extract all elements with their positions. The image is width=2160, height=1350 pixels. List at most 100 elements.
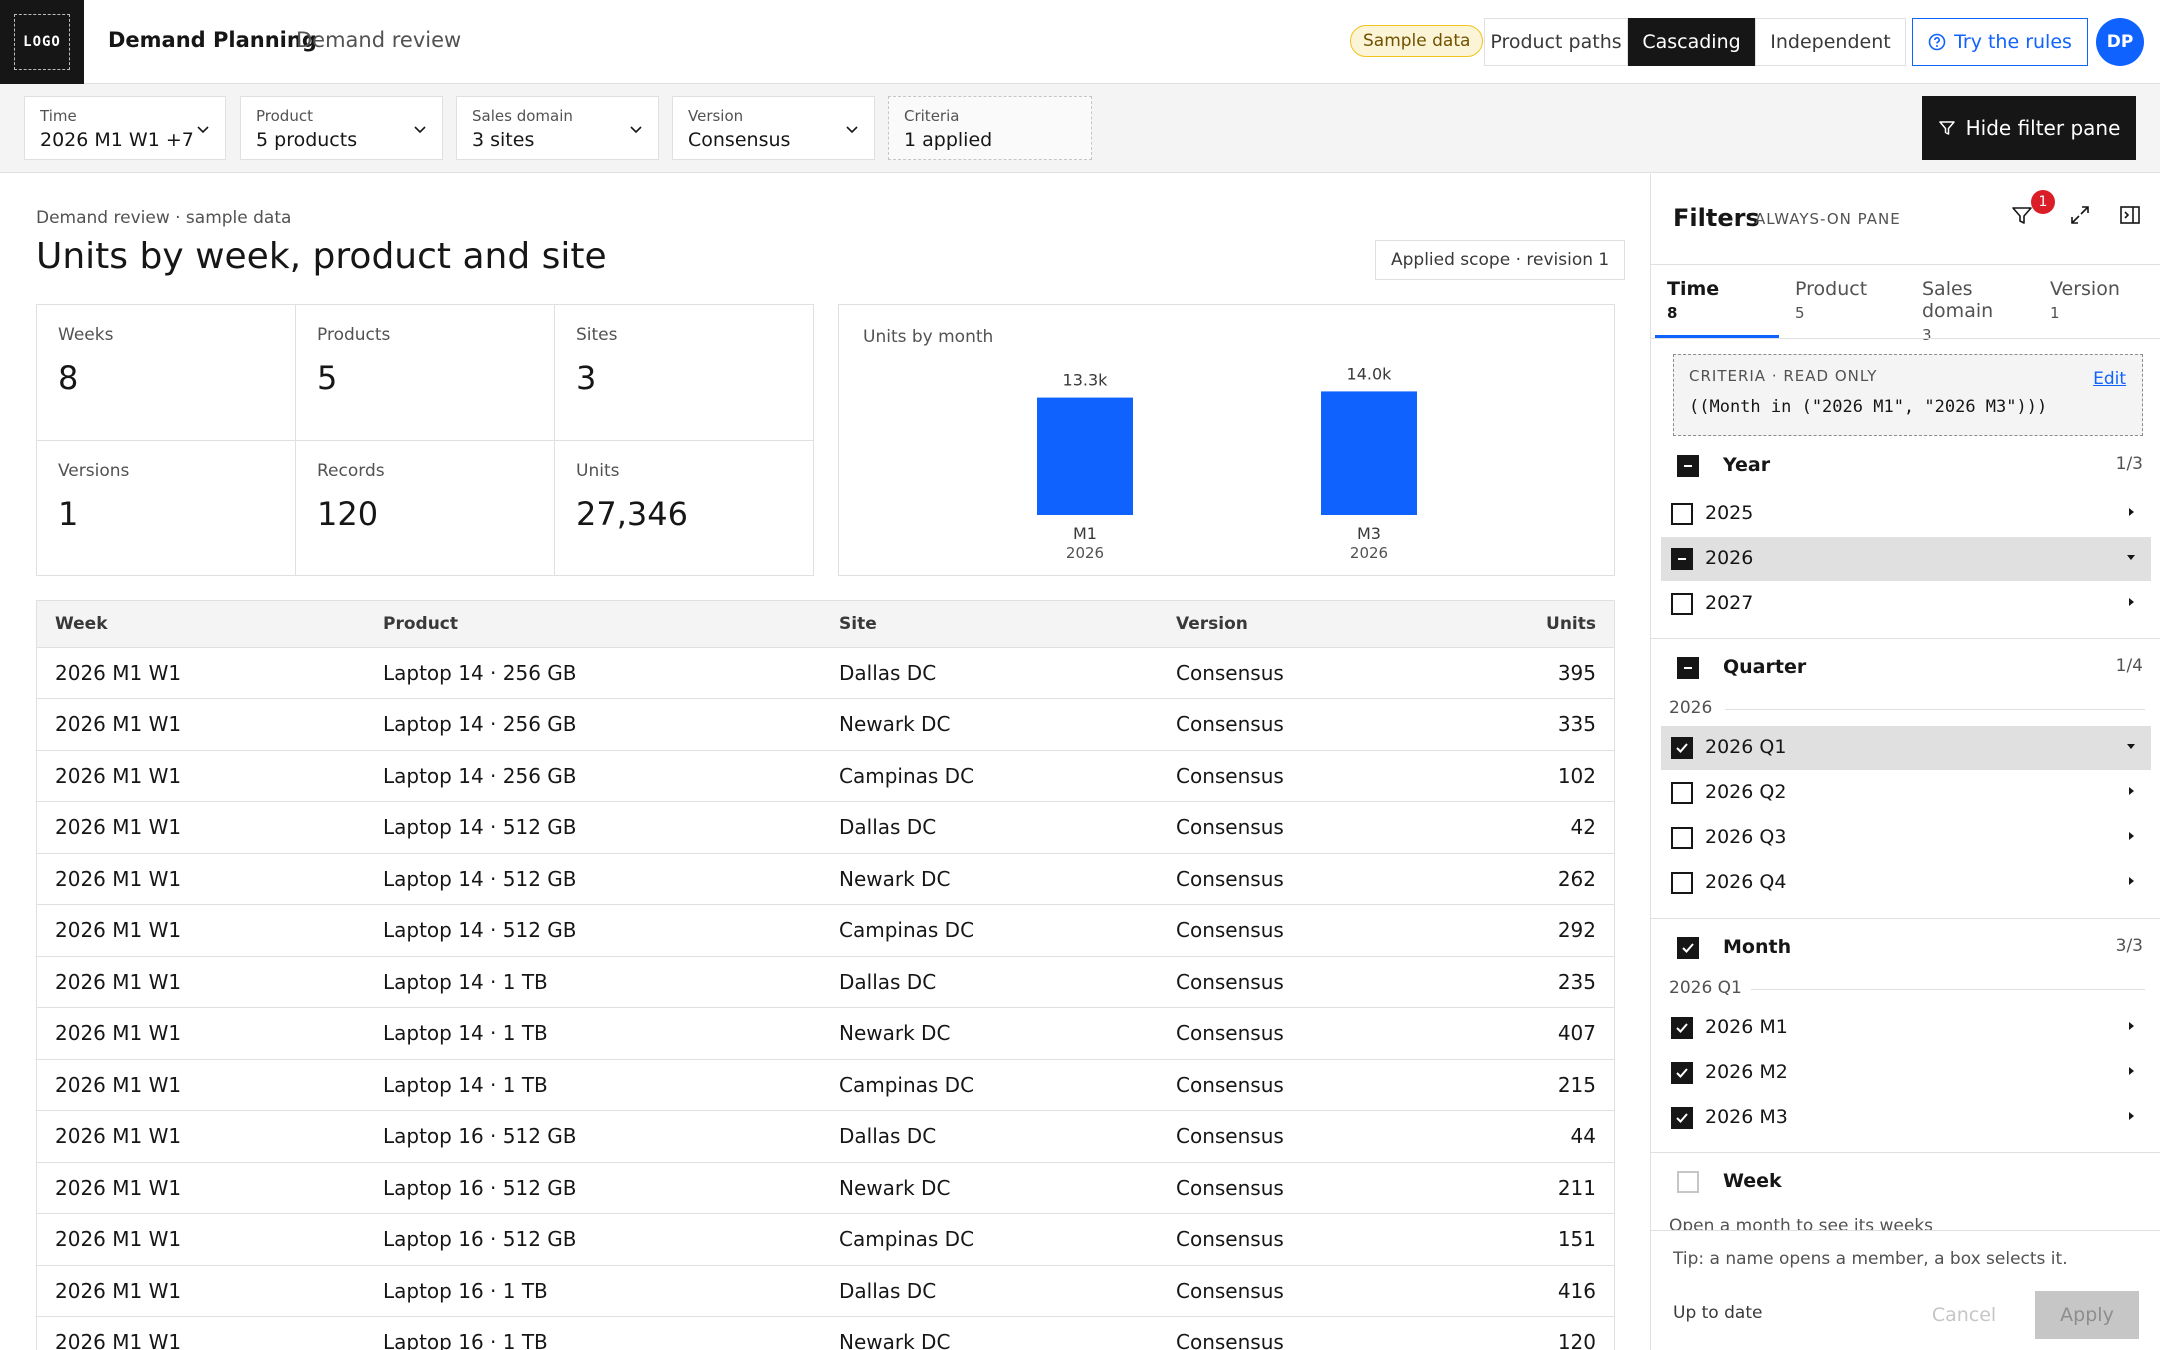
table-row[interactable]: 2026 M1 W1 Laptop 14 · 1 TB Newark DC Conse…: [37, 1007, 1614, 1060]
member-label[interactable]: 2026 Q3: [1705, 826, 1786, 848]
member-row-2026-q2[interactable]: 2026 Q2: [1661, 771, 2151, 815]
member-row-2026-m1[interactable]: 2026 M1: [1661, 1006, 2151, 1050]
member-label[interactable]: 2025: [1705, 502, 1753, 524]
hide-filter-pane-label: Hide filter pane: [1965, 116, 2121, 140]
version-filter-dropdown[interactable]: Version Consensus: [672, 96, 875, 160]
caret-right-icon[interactable]: [2125, 506, 2137, 518]
table-row[interactable]: 2026 M1 W1 Laptop 16 · 512 GB Campinas DC C…: [37, 1213, 1614, 1266]
cell-units: 407: [1458, 1007, 1614, 1060]
cell-product: Laptop 14 · 512 GB: [365, 904, 821, 957]
member-row-2026-m2[interactable]: 2026 M2: [1661, 1051, 2151, 1095]
cell-version: Consensus: [1158, 647, 1458, 699]
criteria-filter[interactable]: Criteria 1 applied: [888, 96, 1092, 160]
main-content: Demand review · sample data Units by wee…: [0, 174, 1650, 1350]
column-header-version[interactable]: Version: [1158, 601, 1458, 648]
caret-down-icon[interactable]: [2125, 551, 2137, 563]
table-row[interactable]: 2026 M1 W1 Laptop 14 · 1 TB Campinas DC Con…: [37, 1059, 1614, 1111]
table-row[interactable]: 2026 M1 W1 Laptop 14 · 256 GB Dallas DC Con…: [37, 647, 1614, 699]
member-label[interactable]: 2026 Q1: [1705, 736, 1786, 758]
section-divider: [1651, 918, 2160, 919]
year-level-checkbox[interactable]: [1677, 455, 1699, 477]
member-label[interactable]: 2026 Q2: [1705, 781, 1786, 803]
member-label[interactable]: 2026 M1: [1705, 1016, 1788, 1038]
caret-right-icon[interactable]: [2125, 785, 2137, 797]
member-checkbox[interactable]: [1671, 1062, 1693, 1084]
pane-footer: Tip: a name opens a member, a box select…: [1651, 1230, 2160, 1350]
expand-pane-button[interactable]: [2063, 198, 2097, 232]
tab-product[interactable]: Product 5: [1783, 278, 1907, 338]
caret-right-icon[interactable]: [2125, 830, 2137, 842]
member-checkbox[interactable]: [1671, 872, 1693, 894]
page-title: Units by week, product and site: [36, 236, 607, 277]
table-row[interactable]: 2026 M1 W1 Laptop 16 · 1 TB Newark DC Conse…: [37, 1316, 1614, 1350]
caret-down-icon[interactable]: [2125, 740, 2137, 752]
logo[interactable]: LOGO: [0, 0, 84, 84]
column-header-week[interactable]: Week: [37, 601, 365, 648]
apply-button[interactable]: Apply: [2035, 1291, 2139, 1339]
month-level-checkbox[interactable]: [1677, 937, 1699, 959]
criteria-edit-link[interactable]: Edit: [2093, 369, 2126, 389]
cell-site: Newark DC: [821, 698, 1158, 751]
bar-m3[interactable]: [1321, 391, 1417, 515]
member-checkbox[interactable]: [1671, 548, 1693, 570]
bar-m1[interactable]: [1037, 397, 1133, 515]
member-row-2026-q3[interactable]: 2026 Q3: [1661, 816, 2151, 860]
member-checkbox[interactable]: [1671, 782, 1693, 804]
user-avatar[interactable]: DP: [2096, 18, 2144, 66]
mode-independent-button[interactable]: Independent: [1755, 18, 1906, 66]
member-label[interactable]: 2026 Q4: [1705, 871, 1786, 893]
table-row[interactable]: 2026 M1 W1 Laptop 16 · 512 GB Dallas DC Con…: [37, 1110, 1614, 1163]
caret-right-icon[interactable]: [2125, 1110, 2137, 1122]
mode-cascading-button[interactable]: Cascading: [1628, 18, 1755, 66]
member-row-2026-q1[interactable]: 2026 Q1: [1661, 726, 2151, 770]
column-header-units[interactable]: Units: [1458, 601, 1614, 648]
member-row-2026-m3[interactable]: 2026 M3: [1661, 1096, 2151, 1140]
filter-notification-button[interactable]: 1: [2005, 190, 2055, 232]
caret-right-icon[interactable]: [2125, 596, 2137, 608]
criteria-filter-value: 1 applied: [904, 129, 993, 151]
cell-site: Campinas DC: [821, 904, 1158, 957]
column-header-product[interactable]: Product: [365, 601, 821, 648]
table-header-row: Week Product Site Version Units: [37, 601, 1614, 648]
member-row-2027[interactable]: 2027: [1661, 582, 2151, 626]
sales-domain-filter-dropdown[interactable]: Sales domain 3 sites: [456, 96, 659, 160]
hide-filter-pane-button[interactable]: Hide filter pane: [1922, 96, 2136, 160]
member-checkbox[interactable]: [1671, 503, 1693, 525]
table-row[interactable]: 2026 M1 W1 Laptop 14 · 1 TB Dallas DC Conse…: [37, 956, 1614, 1008]
member-checkbox[interactable]: [1671, 593, 1693, 615]
member-row-2025[interactable]: 2025: [1661, 492, 2151, 536]
tab-time[interactable]: Time 8: [1655, 278, 1779, 338]
member-checkbox[interactable]: [1671, 1107, 1693, 1129]
member-checkbox[interactable]: [1671, 737, 1693, 759]
product-filter-dropdown[interactable]: Product 5 products: [240, 96, 443, 160]
member-label[interactable]: 2026 M3: [1705, 1106, 1788, 1128]
mode-product-paths-button[interactable]: Product paths: [1484, 18, 1628, 66]
member-label[interactable]: 2027: [1705, 592, 1753, 614]
try-rules-button[interactable]: Try the rules: [1912, 18, 2088, 66]
time-filter-dropdown[interactable]: Time 2026 M1 W1 +7: [24, 96, 226, 160]
tab-sales-domain[interactable]: Sales domain 3: [1910, 278, 2038, 344]
table-row[interactable]: 2026 M1 W1 Laptop 16 · 1 TB Dallas DC Conse…: [37, 1265, 1614, 1317]
caret-right-icon[interactable]: [2125, 1020, 2137, 1032]
member-checkbox[interactable]: [1671, 827, 1693, 849]
table-row[interactable]: 2026 M1 W1 Laptop 14 · 256 GB Newark DC Con…: [37, 698, 1614, 751]
member-row-2026-q4[interactable]: 2026 Q4: [1661, 861, 2151, 905]
cancel-button[interactable]: Cancel: [1909, 1291, 2019, 1339]
tab-version[interactable]: Version 1: [2038, 278, 2160, 338]
member-checkbox[interactable]: [1671, 1017, 1693, 1039]
table-row[interactable]: 2026 M1 W1 Laptop 14 · 512 GB Dallas DC Con…: [37, 801, 1614, 854]
member-label[interactable]: 2026 M2: [1705, 1061, 1788, 1083]
week-level-checkbox[interactable]: [1677, 1171, 1699, 1193]
column-header-site[interactable]: Site: [821, 601, 1158, 648]
member-row-2026[interactable]: 2026: [1661, 537, 2151, 581]
cell-week: 2026 M1 W1: [37, 750, 365, 802]
collapse-pane-button[interactable]: [2113, 198, 2147, 232]
table-row[interactable]: 2026 M1 W1 Laptop 14 · 256 GB Campinas DC C…: [37, 750, 1614, 802]
quarter-level-checkbox[interactable]: [1677, 657, 1699, 679]
table-row[interactable]: 2026 M1 W1 Laptop 14 · 512 GB Campinas DC C…: [37, 904, 1614, 957]
caret-right-icon[interactable]: [2125, 875, 2137, 887]
member-label[interactable]: 2026: [1705, 547, 1753, 569]
table-row[interactable]: 2026 M1 W1 Laptop 14 · 512 GB Newark DC Con…: [37, 853, 1614, 905]
caret-right-icon[interactable]: [2125, 1065, 2137, 1077]
table-row[interactable]: 2026 M1 W1 Laptop 16 · 512 GB Newark DC Con…: [37, 1162, 1614, 1214]
